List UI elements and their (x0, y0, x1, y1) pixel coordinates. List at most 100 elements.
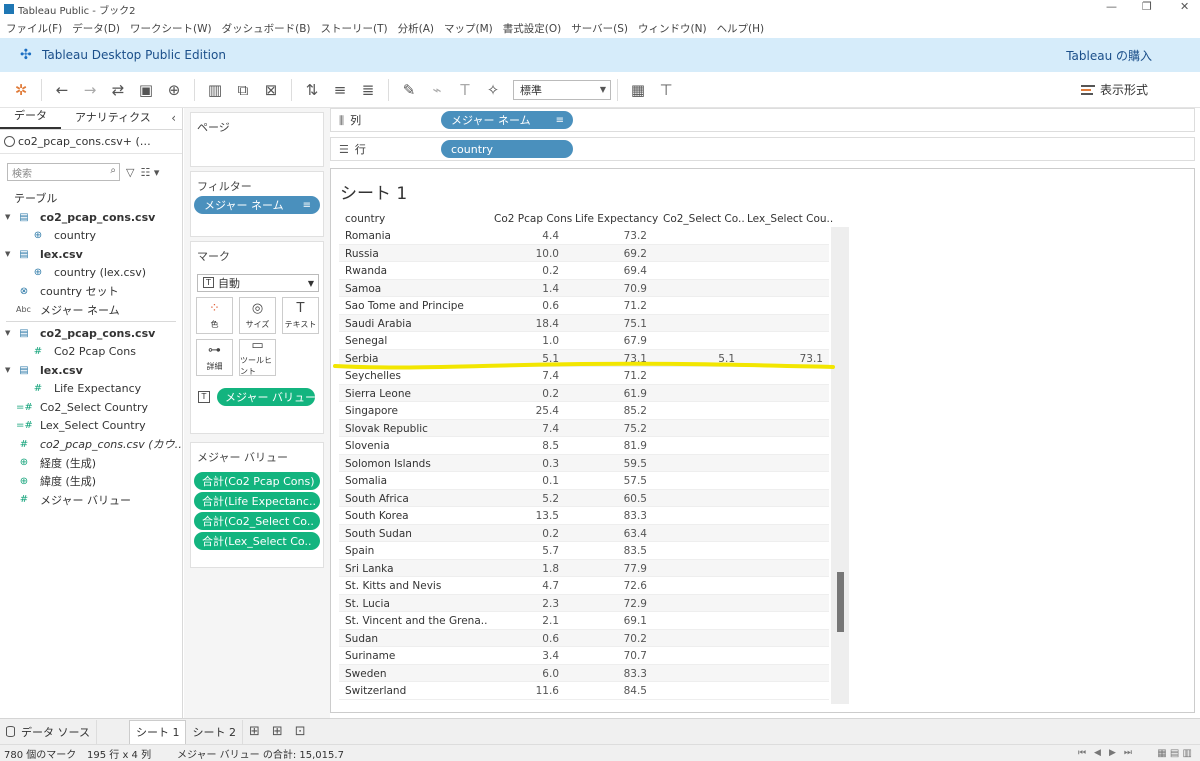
replace-data-icon[interactable]: ⇄ (107, 79, 129, 101)
tableau-icon[interactable]: ✲ (10, 79, 32, 101)
table-row[interactable]: Somalia 0.1 57.5 (339, 472, 829, 490)
field-measure-values[interactable]: # メジャー バリュー (0, 491, 182, 510)
vertical-scrollbar[interactable] (831, 227, 849, 704)
rows-shelf[interactable]: ☰ 行 country (330, 137, 1195, 161)
field-table-co2-measures[interactable]: ▼ ▤ co2_pcap_cons.csv (0, 324, 182, 343)
table-row[interactable]: Sweden 6.0 83.3 (339, 664, 829, 682)
table-row[interactable]: Russia 10.0 69.2 (339, 244, 829, 262)
header-life-expectancy[interactable]: Life Expectancy (575, 213, 658, 227)
close-button[interactable]: ✕ (1180, 0, 1189, 13)
marks-pill-measure-values[interactable]: メジャー バリュー (217, 388, 315, 406)
menu-format[interactable]: 書式設定(O) (503, 21, 561, 36)
field-co2-select-country[interactable]: =# Co2_Select Country (0, 398, 182, 417)
new-story-icon[interactable]: ⊡ (295, 724, 306, 739)
table-row[interactable]: St. Vincent and the Grena.. 2.1 69.1 (339, 612, 829, 630)
header-country[interactable]: country (345, 213, 385, 227)
table-row[interactable]: Samoa 1.4 70.9 (339, 279, 829, 297)
detail-button[interactable]: ⊶ 詳細 (196, 339, 233, 376)
table-row[interactable]: Solomon Islands 0.3 59.5 (339, 454, 829, 472)
columns-pill-measure-names[interactable]: メジャー ネーム ≡ (441, 111, 573, 129)
scrollbar-thumb[interactable] (837, 572, 844, 632)
table-row[interactable]: Serbia 5.1 73.1 5.1 73.1 (339, 349, 829, 367)
table-row[interactable]: St. Kitts and Nevis 4.7 72.6 (339, 577, 829, 595)
show-cards-icon[interactable]: ▦ (627, 79, 649, 101)
menu-dashboard[interactable]: ダッシュボード(B) (222, 21, 311, 36)
clear-sheet-icon[interactable]: ⊠ (260, 79, 282, 101)
table-row[interactable]: Switzerland 11.6 84.5 (339, 682, 829, 700)
table-row[interactable]: Sri Lanka 1.8 77.9 (339, 559, 829, 577)
table-row[interactable]: Sudan 0.6 70.2 (339, 629, 829, 647)
filter-pill-measure-names[interactable]: メジャー ネーム ≡ (194, 196, 320, 214)
field-latitude[interactable]: ⊕ 緯度 (生成) (0, 472, 182, 491)
table-row[interactable]: Sierra Leone 0.2 61.9 (339, 384, 829, 402)
highlight-icon[interactable]: ✎ (398, 79, 420, 101)
new-worksheet-icon[interactable]: ▥ (204, 79, 226, 101)
new-data-source-icon[interactable]: ⊕ (163, 79, 185, 101)
field-co2-pcap-cons[interactable]: # Co2 Pcap Cons (0, 343, 182, 362)
redo-icon[interactable]: → (79, 79, 101, 101)
sort-descending-icon[interactable]: ≣ (357, 79, 379, 101)
menu-window[interactable]: ウィンドウ(N) (638, 21, 707, 36)
menu-server[interactable]: サーバー(S) (571, 21, 628, 36)
table-row[interactable]: Romania 4.4 73.2 (339, 227, 829, 245)
fit-select[interactable]: 標準 ▼ (513, 79, 611, 100)
view-mode-icon[interactable]: ▦ ▤ ▥ (1157, 748, 1192, 759)
maximize-button[interactable]: ❐ (1142, 0, 1152, 13)
undo-icon[interactable]: ← (51, 79, 73, 101)
pin-axes-icon[interactable]: ✧ (482, 79, 504, 101)
table-row[interactable]: Suriname 3.4 70.7 (339, 647, 829, 665)
rows-pill-country[interactable]: country (441, 140, 573, 158)
tooltip-button[interactable]: ▭ ツールヒント (239, 338, 276, 376)
field-longitude[interactable]: ⊕ 経度 (生成) (0, 454, 182, 473)
menu-map[interactable]: マップ(M) (444, 21, 493, 36)
collapse-pane-icon[interactable]: ‹ (171, 111, 176, 125)
minimize-button[interactable]: — (1106, 0, 1117, 13)
measure-pill-co2-select[interactable]: 合計(Co2_Select Co.. (194, 512, 320, 530)
filter-fields-icon[interactable]: ▽ (126, 166, 134, 179)
tab-sheet-1[interactable]: シート 1 (128, 719, 187, 744)
data-source-item[interactable]: co2_pcap_cons.csv+ (… (0, 130, 182, 154)
field-country[interactable]: ⊕ country (0, 227, 182, 246)
table-row[interactable]: Rwanda 0.2 69.4 (339, 262, 829, 280)
field-search-input[interactable]: 検索 ⌕ (7, 163, 120, 181)
tab-sheet-2[interactable]: シート 2 (186, 719, 243, 744)
new-worksheet-icon[interactable]: ⊞ (249, 724, 260, 739)
tab-data[interactable]: データ (0, 107, 61, 129)
presentation-mode-icon[interactable]: ⊤ (655, 79, 677, 101)
swap-rows-columns-icon[interactable]: ⇅ (301, 79, 323, 101)
table-row[interactable]: Singapore 25.4 85.2 (339, 402, 829, 420)
table-row[interactable]: Slovak Republic 7.4 75.2 (339, 419, 829, 437)
menu-analysis[interactable]: 分析(A) (398, 21, 434, 36)
header-co2[interactable]: Co2 Pcap Cons (494, 213, 572, 227)
table-row[interactable]: Seychelles 7.4 71.2 (339, 367, 829, 385)
filters-card[interactable]: フィルター メジャー ネーム ≡ (190, 171, 324, 237)
table-row[interactable]: Sao Tome and Principe 0.6 71.2 (339, 297, 829, 315)
measure-pill-lex[interactable]: 合計(Life Expectanc.. (194, 492, 320, 510)
menu-help[interactable]: ヘルプ(H) (717, 21, 765, 36)
table-row[interactable]: South Africa 5.2 60.5 (339, 489, 829, 507)
measure-pill-lex-select[interactable]: 合計(Lex_Select Co.. (194, 532, 320, 550)
table-row[interactable]: South Korea 13.5 83.3 (339, 507, 829, 525)
header-co2-select[interactable]: Co2_Select Co.. (663, 213, 745, 227)
field-country-set[interactable]: ⊗ country セット (0, 282, 182, 301)
table-row[interactable]: South Sudan 0.2 63.4 (339, 524, 829, 542)
field-country-lex[interactable]: ⊕ country (lex.csv) (0, 264, 182, 283)
show-me-button[interactable]: 表示形式 (1080, 81, 1148, 98)
text-button[interactable]: T テキスト (282, 297, 319, 334)
table-row[interactable]: Slovenia 8.5 81.9 (339, 437, 829, 455)
field-measure-names[interactable]: Abc メジャー ネーム (0, 301, 182, 320)
menu-worksheet[interactable]: ワークシート(W) (130, 21, 212, 36)
sort-ascending-icon[interactable]: ≡ (329, 79, 351, 101)
field-table-co2[interactable]: ▼ ▤ co2_pcap_cons.csv (0, 208, 182, 227)
view-options-icon[interactable]: ☷ ▾ (140, 166, 159, 179)
columns-shelf[interactable]: ⫼ 列 メジャー ネーム ≡ (330, 108, 1195, 132)
field-table-lex-measures[interactable]: ▼ ▤ lex.csv (0, 361, 182, 380)
mark-type-select[interactable]: T 自動 ▼ (197, 274, 319, 292)
table-row[interactable]: St. Lucia 2.3 72.9 (339, 594, 829, 612)
measure-pill-co2[interactable]: 合計(Co2 Pcap Cons) (194, 472, 320, 490)
tab-data-source[interactable]: データ ソース (0, 719, 97, 744)
tab-analytics[interactable]: アナリティクス (61, 109, 165, 129)
group-icon[interactable]: ⌁ (426, 79, 448, 101)
field-lex-select-country[interactable]: =# Lex_Select Country (0, 417, 182, 436)
save-icon[interactable]: ▣ (135, 79, 157, 101)
